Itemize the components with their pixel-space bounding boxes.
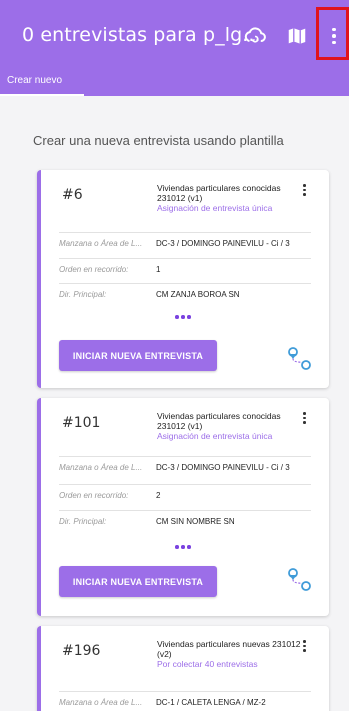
start-interview-button[interactable]: INICIAR NUEVA ENTREVISTA [59, 340, 217, 371]
tab-active-indicator [0, 93, 84, 96]
card-subtitle: Por colectar 40 entrevistas [157, 659, 258, 669]
map-icon[interactable] [283, 22, 311, 50]
card-more-icon[interactable] [303, 412, 306, 424]
card-subtitle: Asignación de entrevista única [157, 203, 273, 213]
card-title: Viviendas particulares conocidas 231012 … [157, 411, 281, 431]
route-icon[interactable] [286, 345, 314, 371]
show-more-dots[interactable] [175, 545, 191, 549]
card-row: Manzana o Área de L... DC-1 / CALETA LEN… [59, 691, 311, 711]
row-value: 1 [156, 265, 161, 274]
more-vert-icon[interactable] [320, 22, 348, 50]
page-title: 0 entrevistas para p_lg... [22, 24, 261, 46]
card-description: Viviendas particulares conocidas 231012 … [157, 411, 302, 441]
card-row: Dir. Principal: CM SIN NOMBRE SN [59, 510, 311, 532]
row-label: Dir. Principal: [59, 517, 107, 526]
tab-label: Crear nuevo [7, 75, 63, 86]
card-more-icon[interactable] [303, 640, 306, 652]
cloud-sync-icon[interactable] [241, 22, 269, 50]
row-label: Manzana o Área de L... [59, 239, 143, 248]
card-title: Viviendas particulares conocidas 231012 … [157, 183, 281, 203]
card-number: #196 [62, 643, 101, 659]
card-number: #6 [62, 187, 83, 203]
row-value: DC-3 / DOMINGO PAINEVILU - Ci / 3 [156, 239, 290, 248]
row-value: DC-3 / DOMINGO PAINEVILU - Ci / 3 [156, 463, 290, 472]
card-number: #101 [62, 415, 101, 431]
card-subtitle: Asignación de entrevista única [157, 431, 273, 441]
card-row: Dir. Principal: CM ZANJA BOROA SN [59, 283, 311, 305]
row-value: CM ZANJA BOROA SN [156, 290, 240, 299]
card-more-icon[interactable] [303, 184, 306, 196]
row-label: Manzana o Área de L... [59, 698, 143, 707]
start-interview-button[interactable]: INICIAR NUEVA ENTREVISTA [59, 566, 217, 597]
row-value: CM SIN NOMBRE SN [156, 517, 235, 526]
show-more-dots[interactable] [175, 315, 191, 319]
template-card: #6 Viviendas particulares conocidas 2310… [37, 170, 329, 388]
card-row: Orden en recorrido: 1 [59, 258, 311, 280]
card-title: Viviendas particulares nuevas 231012 (v2… [157, 639, 301, 659]
card-description: Viviendas particulares nuevas 231012 (v2… [157, 639, 302, 669]
tab-crear-nuevo[interactable]: Crear nuevo [0, 64, 84, 96]
template-card: #101 Viviendas particulares conocidas 23… [37, 398, 329, 616]
route-icon[interactable] [286, 566, 314, 592]
row-label: Orden en recorrido: [59, 491, 129, 500]
row-label: Orden en recorrido: [59, 265, 129, 274]
card-row: Manzana o Área de L... DC-3 / DOMINGO PA… [59, 232, 311, 254]
row-label: Dir. Principal: [59, 290, 107, 299]
app-bar: 0 entrevistas para p_lg... Crear nuevo [0, 0, 349, 96]
template-card: #196 Viviendas particulares nuevas 23101… [37, 626, 329, 711]
card-description: Viviendas particulares conocidas 231012 … [157, 183, 302, 213]
row-value: DC-1 / CALETA LENGA / MZ-2 [156, 698, 266, 707]
row-label: Manzana o Área de L... [59, 463, 143, 472]
row-value: 2 [156, 491, 161, 500]
section-heading: Crear una nueva entrevista usando planti… [33, 133, 284, 148]
card-row: Orden en recorrido: 2 [59, 484, 311, 506]
card-row: Manzana o Área de L... DC-3 / DOMINGO PA… [59, 456, 311, 478]
